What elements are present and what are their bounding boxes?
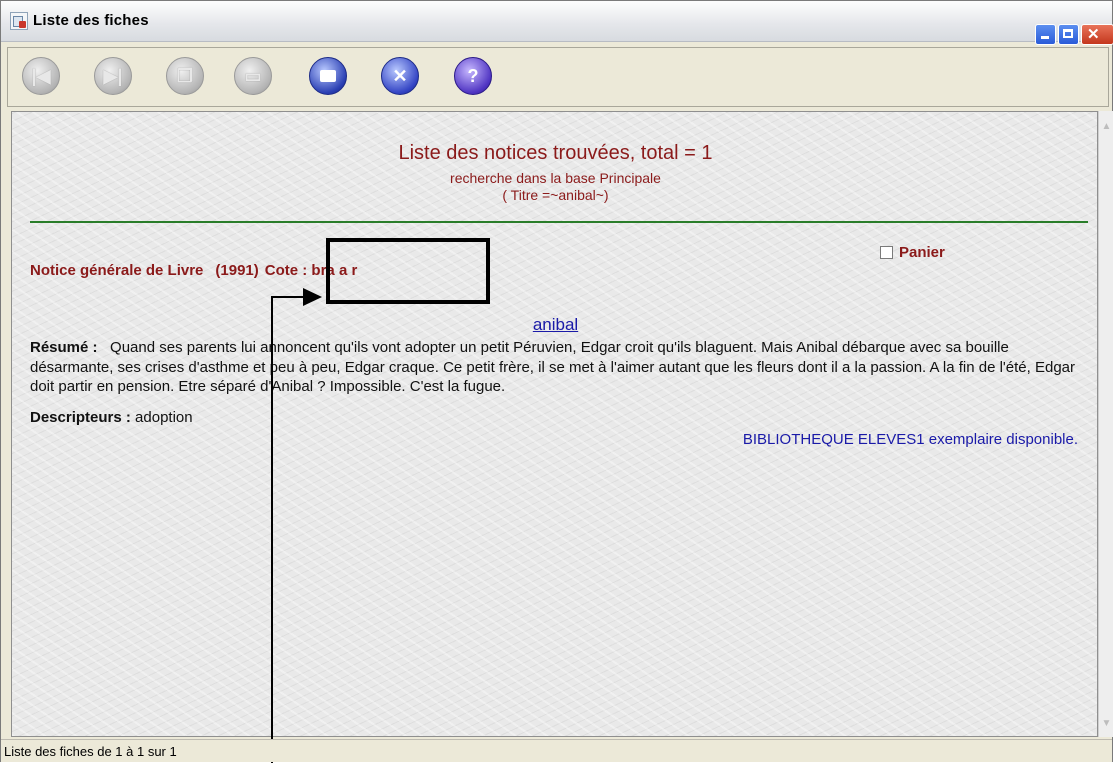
close-window-button[interactable] [1081, 24, 1113, 45]
cancel-button[interactable]: ✕ [381, 57, 419, 95]
notice-type: Notice générale de Livre [30, 262, 204, 279]
search-query: ( Titre =~anibal~) [502, 187, 609, 203]
application-window: Liste des fiches |◀ ▶| ❒ ▭ ✕ ? Liste des… [0, 0, 1113, 763]
edit-record-button[interactable]: ▭ [234, 57, 272, 95]
notice-year: (1991) [215, 262, 259, 279]
last-record-button[interactable]: ▶| [94, 57, 132, 95]
status-text: Liste des fiches de 1 à 1 sur 1 [4, 744, 177, 759]
resume-label: Résumé : [30, 339, 98, 356]
help-icon: ? [467, 65, 479, 86]
resume-text: Quand ses parents lui annoncent qu'ils v… [30, 339, 1075, 395]
descripteurs-label: Descripteurs : [30, 409, 131, 426]
scroll-up-icon[interactable]: ▲ [1100, 119, 1113, 134]
scroll-down-icon[interactable]: ▼ [1100, 716, 1113, 731]
annotation-highlight-box [326, 238, 490, 304]
window-title: Liste des fiches [33, 12, 149, 29]
print-button[interactable] [309, 57, 347, 95]
results-subtitle: recherche dans la base Principale [450, 170, 661, 186]
panier-checkbox[interactable] [880, 246, 893, 259]
first-icon: |◀ [31, 65, 51, 86]
first-record-button[interactable]: |◀ [22, 57, 60, 95]
resume-paragraph: Résumé : Quand ses parents lui annoncent… [30, 338, 1080, 397]
status-bar: Liste des fiches de 1 à 1 sur 1 [1, 739, 1112, 762]
availability-status: BIBLIOTHEQUE ELEVES1 exemplaire disponib… [742, 431, 1078, 448]
separator-line [30, 221, 1088, 223]
panier-toggle[interactable]: Panier [880, 244, 945, 261]
results-panel: Liste des notices trouvées, total = 1 re… [11, 111, 1098, 737]
last-icon: ▶| [103, 65, 123, 86]
descripteurs-line: Descripteurs : adoption [30, 409, 193, 426]
edit-icon: ▭ [244, 65, 262, 86]
notice-title-link[interactable]: anibal [12, 315, 1097, 335]
minimize-button[interactable] [1035, 24, 1056, 45]
help-button[interactable]: ? [454, 57, 492, 95]
vertical-scrollbar[interactable]: ▲ ▼ [1098, 111, 1113, 737]
maximize-button[interactable] [1058, 24, 1079, 45]
toolbar: |◀ ▶| ❒ ▭ ✕ ? [7, 47, 1109, 107]
title-bar[interactable]: Liste des fiches [1, 1, 1113, 45]
app-icon [10, 12, 28, 30]
new-record-button[interactable]: ❒ [166, 57, 204, 95]
panier-label: Panier [899, 244, 945, 261]
printer-icon [320, 70, 336, 82]
results-title: Liste des notices trouvées, total = 1 [398, 142, 713, 164]
notice-header: Notice générale de Livre (1991) Cote : bra… [30, 262, 357, 279]
add-icon: ❒ [176, 65, 194, 86]
close-icon: ✕ [392, 65, 408, 86]
descripteurs-value: adoption [135, 409, 193, 426]
